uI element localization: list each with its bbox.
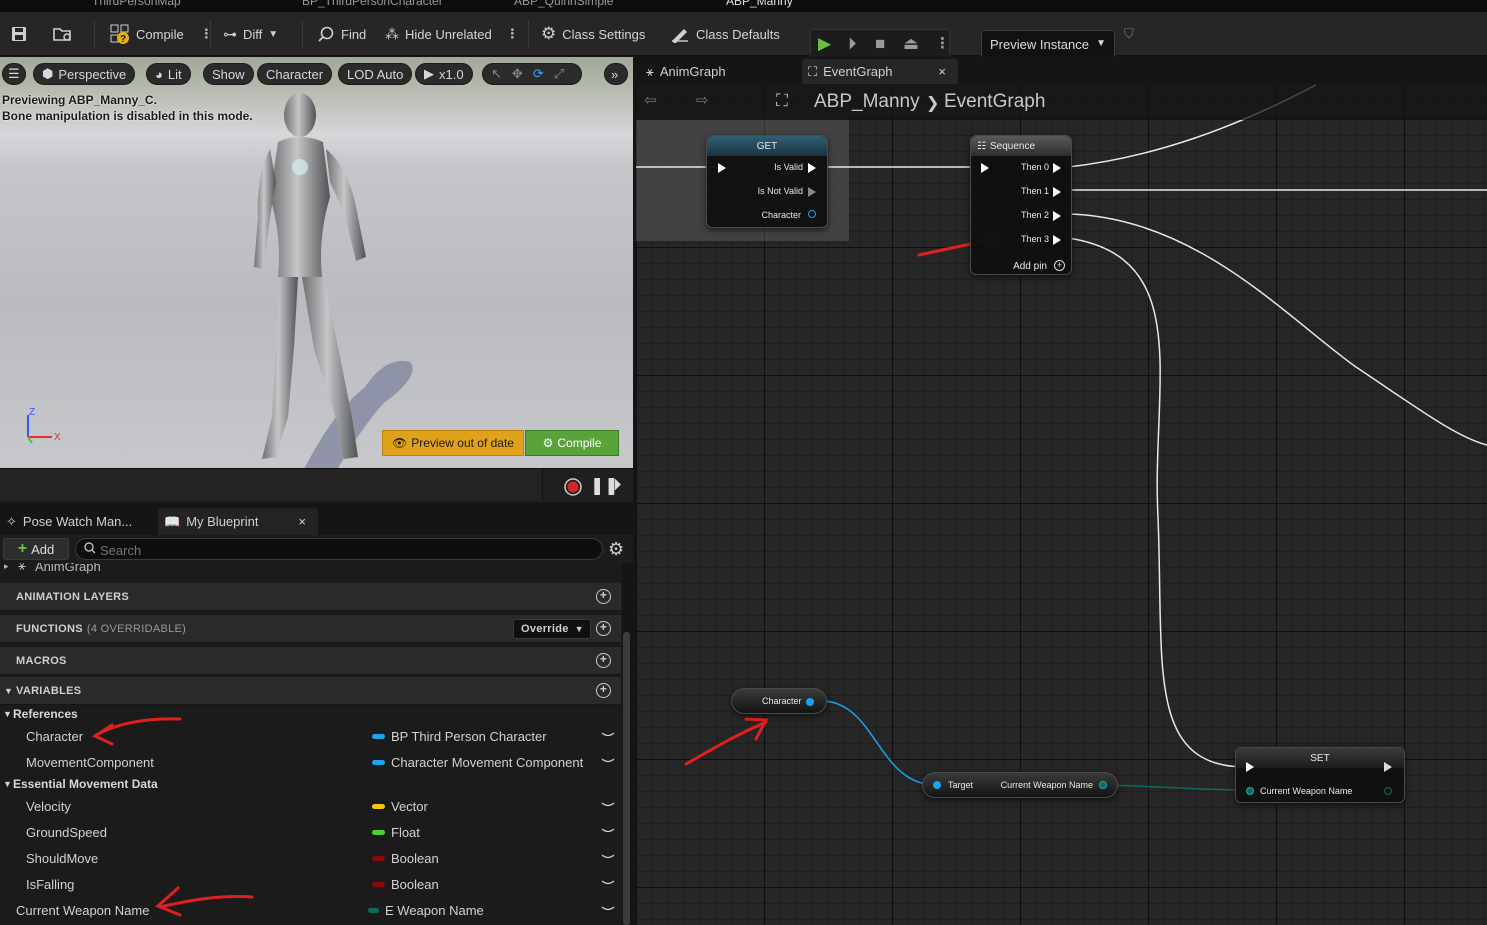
current-weapon-name-input-pin[interactable] <box>1246 787 1254 795</box>
tab-animgraph-label: AnimGraph <box>659 64 726 79</box>
chevron-down-icon: ▼ <box>1096 38 1106 49</box>
is-not-valid-exec-pin[interactable] <box>808 187 816 197</box>
current-weapon-name-output-pin[interactable] <box>1099 781 1107 789</box>
chevron-right-icon: ❯ <box>926 95 940 112</box>
target-input-pin[interactable] <box>933 781 941 789</box>
close-icon[interactable]: × <box>938 64 946 79</box>
set-node-title: SET <box>1236 748 1404 768</box>
animgraph-icon: ⚹ <box>646 63 654 79</box>
character-getter-output-pin[interactable] <box>806 698 814 706</box>
then-3-pin[interactable] <box>1053 235 1061 245</box>
then-0-label: Then 0 <box>1020 162 1049 172</box>
then-1-pin[interactable] <box>1053 187 1061 197</box>
set-input-label: Current Weapon Name <box>1260 786 1353 796</box>
get-current-weapon-name-node[interactable]: Target Current Weapon Name <box>922 772 1118 798</box>
play-options-icon[interactable]: ⋮ <box>935 34 950 52</box>
character-getter-label: Character <box>762 696 802 706</box>
preview-instance-label: Preview Instance <box>990 37 1089 52</box>
breadcrumb-leaf[interactable]: EventGraph <box>944 91 1045 113</box>
play-icon[interactable]: ▶ <box>818 34 831 54</box>
tab-eventgraph-label: EventGraph <box>823 64 893 79</box>
get-node-title: GET <box>707 136 827 156</box>
exec-input-pin[interactable] <box>981 163 989 173</box>
annotation-arrows <box>91 717 254 917</box>
add-pin-label[interactable]: Add pin <box>1013 261 1047 272</box>
tab-eventgraph[interactable]: ⛶ EventGraph × <box>802 59 958 84</box>
forward-arrow-icon[interactable]: ⇨ <box>696 91 709 109</box>
current-weapon-name-output-label: Current Weapon Name <box>1000 780 1093 790</box>
exec-input-pin[interactable] <box>718 163 726 173</box>
then-3-label: Then 3 <box>1020 234 1049 244</box>
breadcrumb-root[interactable]: ABP_Manny <box>814 91 920 113</box>
add-pin-icon[interactable]: + <box>1054 260 1065 271</box>
preview-instance-dropdown[interactable]: Preview Instance ▼ <box>981 30 1115 60</box>
set-node[interactable]: SET Current Weapon Name <box>1235 747 1405 803</box>
is-valid-pin-label: Is Valid <box>774 162 803 172</box>
is-valid-exec-pin[interactable] <box>808 163 816 173</box>
stop-icon[interactable]: ■ <box>875 34 885 54</box>
then-2-label: Then 2 <box>1020 210 1049 220</box>
character-output-pin[interactable] <box>808 210 816 218</box>
eject-icon[interactable]: ⏏ <box>903 34 919 54</box>
exec-output-pin[interactable] <box>1384 762 1392 772</box>
tab-animgraph[interactable]: ⚹ AnimGraph <box>640 59 732 84</box>
class-defaults-label: Class Defaults <box>696 26 780 42</box>
step-icon[interactable]: ⏵ <box>848 34 857 54</box>
class-defaults-icon <box>672 29 688 43</box>
eventgraph-icon: ⛶ <box>776 91 788 110</box>
sequence-icon: ☷ <box>977 140 986 152</box>
graph-tabs: ⚹ AnimGraph ⛶ EventGraph × <box>636 57 1487 84</box>
get-node[interactable]: GET Is Valid Is Not Valid Character <box>706 135 828 228</box>
sequence-node[interactable]: ☷ Sequence Then 0 Then 1 Then 2 Then 3 A… <box>970 135 1072 275</box>
breadcrumb: ⇦ ⇨ ⛶ ABP_Manny ❯ EventGraph <box>636 84 1487 120</box>
eventgraph-icon: ⛶ <box>808 63 818 79</box>
then-0-pin[interactable] <box>1053 163 1061 173</box>
then-1-label: Then 1 <box>1020 186 1049 196</box>
play-controls: ▶ ⏵ ■ ⏏ ⋮ <box>810 29 950 59</box>
character-getter-node[interactable]: Character <box>731 688 827 714</box>
target-pin-label: Target <box>948 780 974 790</box>
is-not-valid-pin-label: Is Not Valid <box>757 186 803 196</box>
doc-tab-abp-manny[interactable]: ABP_Manny <box>726 0 793 8</box>
class-defaults-button[interactable]: Class Defaults <box>670 20 780 48</box>
debug-filter-icon[interactable]: ⛉ <box>1124 20 1134 48</box>
character-pin-label: Character <box>761 210 801 220</box>
sequence-node-title: Sequence <box>989 140 1036 152</box>
sequence-node-header: ☷ Sequence <box>971 136 1071 156</box>
set-output-pin[interactable] <box>1384 787 1392 795</box>
then-2-pin[interactable] <box>1053 211 1061 221</box>
exec-input-pin[interactable] <box>1246 762 1254 772</box>
back-arrow-icon[interactable]: ⇦ <box>644 91 657 109</box>
